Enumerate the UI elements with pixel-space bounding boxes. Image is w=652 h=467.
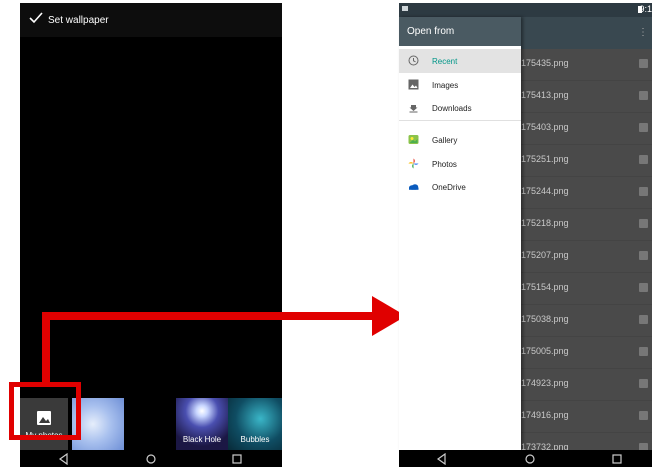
file-row[interactable]: 175207.png — [521, 241, 652, 273]
annotation-highlight-box — [9, 382, 81, 440]
image-file-icon — [639, 347, 648, 356]
back-icon[interactable] — [58, 453, 70, 465]
wallpaper-thumb-black-hole[interactable]: Black Hole — [176, 398, 228, 450]
file-row[interactable]: 175244.png — [521, 177, 652, 209]
file-name: 175207.png — [521, 250, 569, 260]
file-name: 175251.png — [521, 154, 569, 164]
file-name: 175403.png — [521, 122, 569, 132]
file-name: 174923.png — [521, 378, 569, 388]
open-from-drawer: Open from Recent Images Downloads Galler… — [399, 17, 521, 450]
set-wallpaper-button[interactable]: Set wallpaper — [48, 15, 109, 26]
photos-pinwheel-icon — [408, 158, 419, 169]
drawer-item-label: OneDrive — [432, 183, 466, 192]
drawer-divider — [399, 120, 521, 121]
image-file-icon — [639, 123, 648, 132]
drawer-header: Open from — [399, 17, 521, 46]
home-icon[interactable] — [524, 453, 536, 465]
file-name: 175218.png — [521, 218, 569, 228]
image-file-icon — [639, 187, 648, 196]
notification-icon — [402, 6, 408, 11]
image-file-icon — [639, 283, 648, 292]
drawer-item-images[interactable]: Images — [399, 73, 521, 97]
drawer-title: Open from — [407, 26, 455, 37]
black-hole-label: Black Hole — [182, 435, 222, 444]
file-row[interactable]: 175403.png — [521, 113, 652, 145]
drawer-item-label: Images — [432, 81, 459, 90]
check-icon[interactable] — [29, 12, 43, 24]
wallpaper-thumb-empty — [124, 398, 176, 450]
back-icon[interactable] — [436, 453, 448, 465]
bubbles-label: Bubbles — [240, 435, 270, 444]
drawer-item-label: Photos — [432, 160, 457, 169]
image-file-icon — [639, 315, 648, 324]
file-row[interactable]: 175218.png — [521, 209, 652, 241]
file-name: 175413.png — [521, 90, 569, 100]
gallery-icon — [408, 135, 419, 144]
drawer-item-label: Gallery — [432, 136, 458, 145]
file-name: 175038.png — [521, 314, 569, 324]
status-time: 9:1 — [639, 4, 652, 14]
file-row[interactable]: 174923.png — [521, 369, 652, 401]
image-file-icon — [639, 91, 648, 100]
image-file-icon — [639, 155, 648, 164]
drawer-item-recent[interactable]: Recent — [399, 49, 521, 73]
annotation-line-vertical — [42, 312, 50, 384]
file-row[interactable]: 175435.png — [521, 49, 652, 81]
image-file-icon — [639, 59, 648, 68]
home-icon[interactable] — [145, 453, 157, 465]
file-name: 174916.png — [521, 410, 569, 420]
action-bar: Set wallpaper — [20, 3, 282, 37]
clock-icon — [408, 55, 419, 66]
file-row[interactable]: 175005.png — [521, 337, 652, 369]
wallpaper-thumb-bubbles[interactable]: Bubbles — [228, 398, 282, 450]
drawer-item-onedrive[interactable]: OneDrive — [399, 175, 521, 199]
navigation-bar — [20, 450, 282, 467]
more-options-icon[interactable]: ⋮ — [638, 27, 648, 38]
file-name: 175244.png — [521, 186, 569, 196]
download-icon — [409, 105, 418, 113]
file-name: 175005.png — [521, 346, 569, 356]
image-file-icon — [639, 251, 648, 260]
file-row[interactable]: 175251.png — [521, 145, 652, 177]
drawer-item-label: Downloads — [432, 104, 472, 113]
file-row[interactable]: 175038.png — [521, 305, 652, 337]
image-file-icon — [639, 379, 648, 388]
drawer-item-photos[interactable]: Photos — [399, 152, 521, 176]
file-list: 175435.png 175413.png 175403.png 175251.… — [521, 49, 652, 465]
status-bar: 9:1 — [399, 3, 652, 17]
drawer-item-label: Recent — [432, 57, 458, 66]
file-name: 175154.png — [521, 282, 569, 292]
recents-icon[interactable] — [611, 453, 623, 465]
file-row[interactable]: 175154.png — [521, 273, 652, 305]
file-row[interactable]: 174916.png — [521, 401, 652, 433]
file-name: 175435.png — [521, 58, 569, 68]
onedrive-cloud-icon — [409, 184, 419, 190]
drawer-item-gallery[interactable]: Gallery — [399, 128, 521, 152]
file-row[interactable]: 175413.png — [521, 81, 652, 113]
annotation-line-horizontal — [42, 312, 378, 320]
drawer-item-downloads[interactable]: Downloads — [399, 96, 521, 120]
recents-icon[interactable] — [231, 453, 243, 465]
image-file-icon — [639, 219, 648, 228]
image-icon — [408, 79, 419, 90]
navigation-bar — [399, 450, 652, 467]
image-file-icon — [639, 411, 648, 420]
